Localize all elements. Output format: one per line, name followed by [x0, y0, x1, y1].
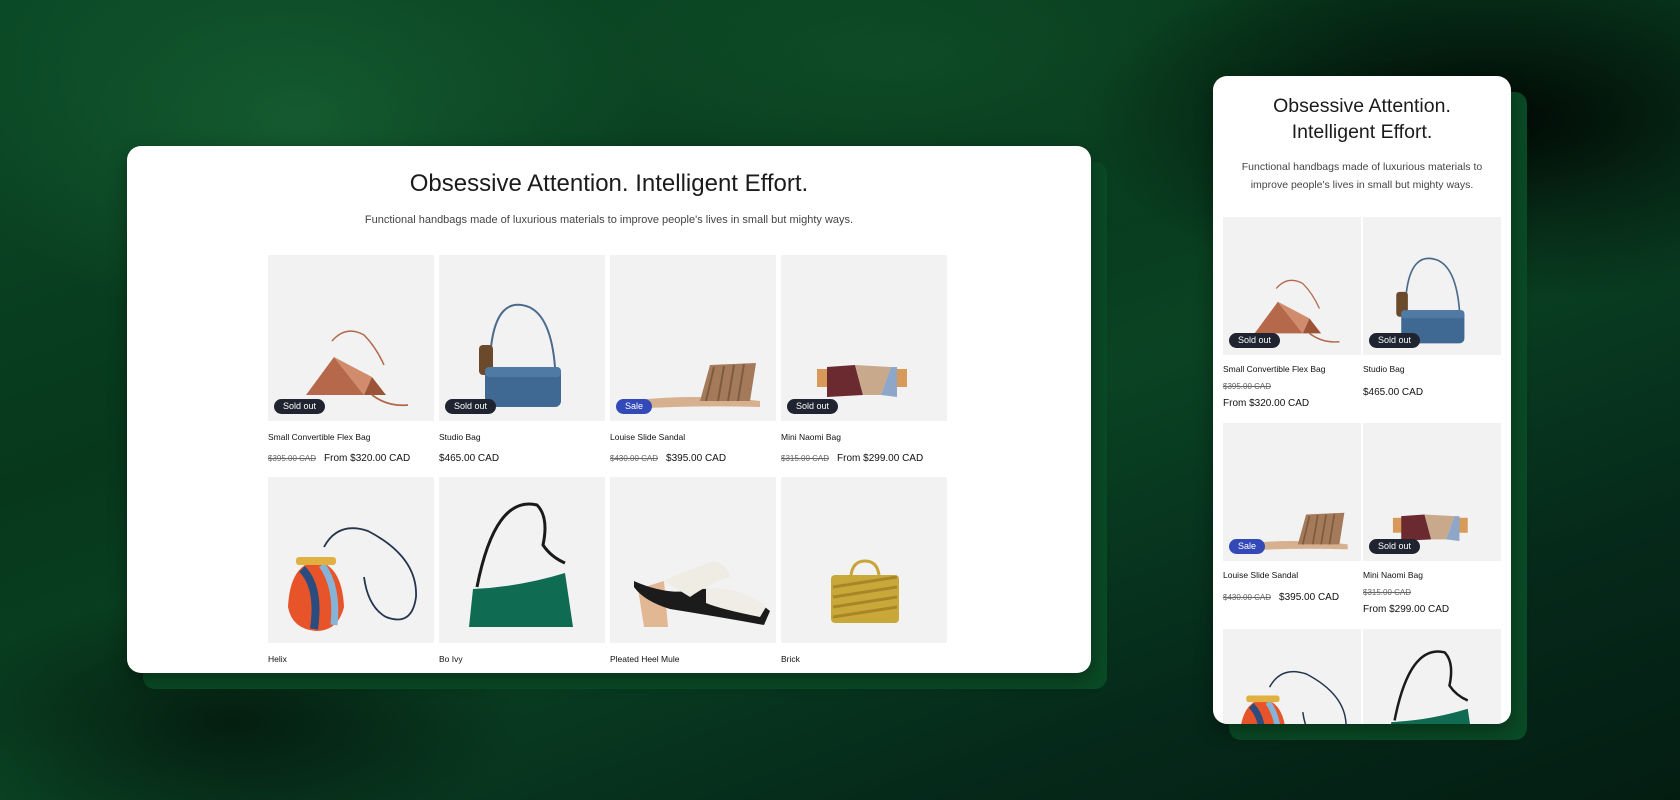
current-price: $395.00 CAD [666, 453, 727, 464]
mobile-store-window: Obsessive Attention. Intelligent Effort.… [1213, 76, 1511, 724]
current-price: From $320.00 CAD [1223, 398, 1310, 409]
desktop-store-window: Obsessive Attention. Intelligent Effort.… [127, 146, 1091, 673]
sandal-icon [630, 363, 760, 409]
brick-bag-icon [831, 559, 899, 623]
product-price: $395.00 CAD From $320.00 CAD [1223, 382, 1309, 411]
compare-at-price: $315.00 CAD [1363, 588, 1412, 597]
sale-badge: Sale [616, 399, 653, 414]
current-price: $465.00 CAD [1363, 387, 1424, 398]
product-image[interactable] [1223, 629, 1361, 724]
product-name[interactable]: Small Convertible Flex Bag [268, 432, 371, 442]
product-image[interactable] [1363, 629, 1501, 724]
product-name[interactable]: Louise Slide Sandal [610, 432, 685, 442]
product-price: $430.00 CAD $395.00 CAD [610, 448, 726, 466]
sold-out-badge: Sold out [1369, 333, 1421, 348]
product-name[interactable]: Small Convertible Flex Bag [1223, 364, 1326, 374]
compare-at-price: $430.00 CAD [610, 454, 659, 463]
title-line-1: Obsessive Attention. [1273, 95, 1451, 117]
page-subtitle: Functional handbags made of luxurious ma… [364, 214, 854, 226]
product-name[interactable]: Studio Bag [439, 432, 481, 442]
product-price: $465.00 CAD [1363, 382, 1423, 400]
sold-out-badge: Sold out [787, 399, 839, 414]
sold-out-badge: Sold out [445, 399, 497, 414]
product-name[interactable]: Mini Naomi Bag [1363, 570, 1423, 580]
product-image[interactable]: Sold out [268, 255, 434, 421]
product-image[interactable] [268, 477, 434, 643]
bo-ivy-bag-icon [469, 502, 573, 627]
naomi-bag-icon [817, 365, 907, 397]
title-line-2: Intelligent Effort. [1291, 121, 1433, 143]
compare-at-price: $395.00 CAD [268, 454, 317, 463]
product-name[interactable]: Helix [268, 654, 287, 664]
current-price: From $299.00 CAD [1363, 604, 1450, 615]
product-image[interactable]: Sold out [781, 255, 947, 421]
product-name[interactable]: Pleated Heel Mule [610, 654, 679, 664]
current-price: $395.00 CAD [1279, 592, 1340, 603]
product-name[interactable]: Bo Ivy [439, 654, 463, 664]
product-price: $465.00 CAD [439, 448, 499, 466]
product-image[interactable]: Sale [1223, 423, 1361, 561]
product-image[interactable] [439, 477, 605, 643]
product-price: $395.00 CAD From $320.00 CAD [268, 448, 410, 466]
helix-bag-icon [288, 527, 417, 631]
sold-out-badge: Sold out [1229, 333, 1281, 348]
product-price: $430.00 CAD $395.00 CAD [1223, 587, 1339, 605]
product-image[interactable]: Sold out [1223, 217, 1361, 355]
flex-bag-icon [306, 330, 409, 407]
studio-bag-icon [479, 303, 561, 407]
product-image[interactable]: Sale [610, 255, 776, 421]
page-title: Obsessive Attention. Intelligent Effort. [409, 170, 809, 197]
mule-shoe-icon [634, 561, 770, 627]
product-image[interactable] [610, 477, 776, 643]
product-name[interactable]: Brick [781, 654, 800, 664]
product-name[interactable]: Studio Bag [1363, 364, 1405, 374]
product-name[interactable]: Mini Naomi Bag [781, 432, 841, 442]
product-image[interactable]: Sold out [1363, 217, 1501, 355]
product-price: $315.00 CAD From $299.00 CAD [1363, 588, 1449, 617]
sold-out-badge: Sold out [274, 399, 326, 414]
compare-at-price: $315.00 CAD [781, 454, 830, 463]
product-image[interactable]: Sold out [439, 255, 605, 421]
compare-at-price: $430.00 CAD [1223, 593, 1272, 602]
product-image[interactable]: Sold out [1363, 423, 1501, 561]
current-price: From $320.00 CAD [324, 453, 411, 464]
bo-ivy-bag-icon [1391, 650, 1470, 724]
helix-bag-icon [1241, 670, 1347, 724]
current-price: $465.00 CAD [439, 453, 500, 464]
compare-at-price: $395.00 CAD [1223, 382, 1272, 391]
page-subtitle: Functional handbags made of luxurious ma… [1241, 161, 1483, 191]
page-title: Obsessive Attention. Intelligent Effort. [1213, 93, 1511, 145]
sale-badge: Sale [1229, 539, 1266, 554]
product-name[interactable]: Louise Slide Sandal [1223, 570, 1298, 580]
product-image[interactable] [781, 477, 947, 643]
sold-out-badge: Sold out [1369, 539, 1421, 554]
product-price: $315.00 CAD From $299.00 CAD [781, 448, 923, 466]
current-price: From $299.00 CAD [837, 453, 924, 464]
